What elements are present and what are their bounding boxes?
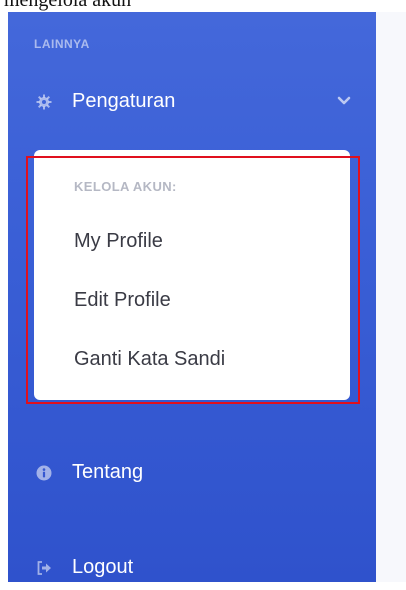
submenu-item-edit-profile[interactable]: Edit Profile: [74, 289, 171, 312]
submenu-heading: KELOLA AKUN:: [74, 179, 177, 194]
sidebar-item-label: Pengaturan: [72, 90, 176, 112]
sidebar-item-settings[interactable]: Pengaturan: [36, 90, 352, 113]
sidebar-item-tentang[interactable]: Tentang: [36, 461, 143, 484]
sidebar-item-label: Tentang: [72, 461, 144, 483]
page-caption: mengelola akun: [4, 0, 132, 11]
sign-out-icon: [36, 560, 52, 576]
settings-submenu: KELOLA AKUN: My Profile Edit Profile Gan…: [34, 150, 350, 400]
sidebar-item-label: Logout: [72, 556, 134, 578]
content-area: [376, 12, 406, 582]
sidebar-item-logout[interactable]: Logout: [36, 556, 133, 579]
submenu-item-my-profile[interactable]: My Profile: [74, 230, 163, 253]
gear-icon: [36, 94, 52, 110]
sidebar-section-heading: LAINNYA: [34, 37, 90, 51]
submenu-item-change-password[interactable]: Ganti Kata Sandi: [74, 348, 225, 371]
chevron-down-icon[interactable]: [336, 92, 352, 108]
info-circle-icon: [36, 465, 52, 481]
